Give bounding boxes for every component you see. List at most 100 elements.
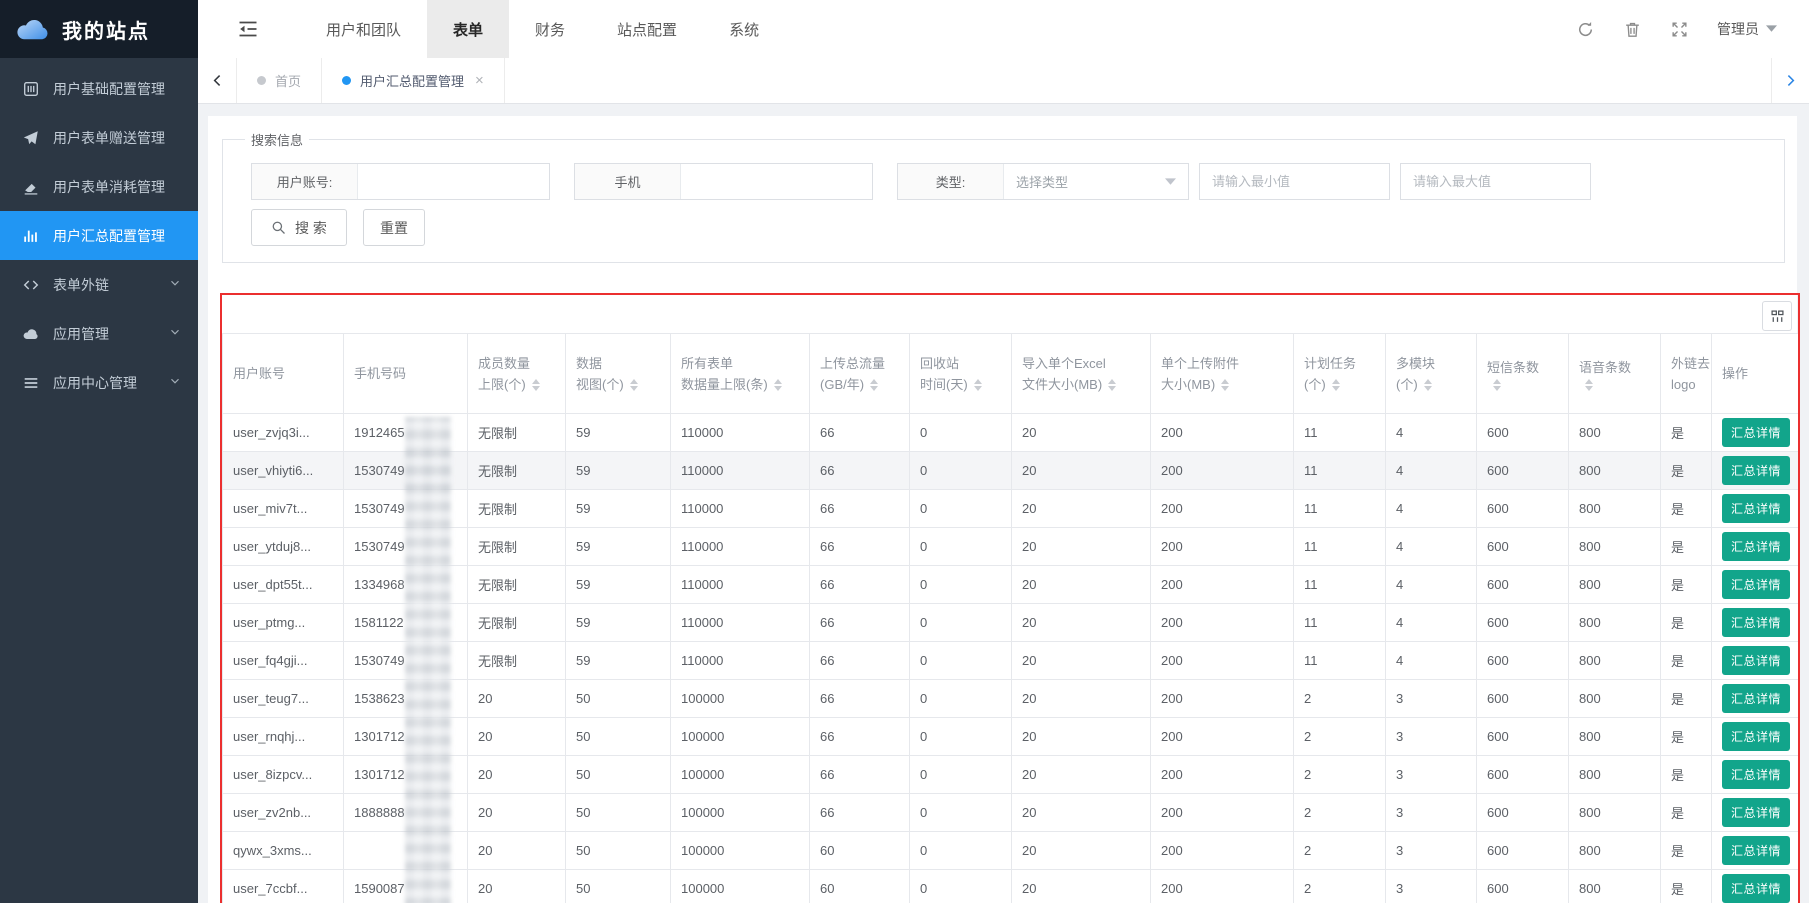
column-header-attachment_size[interactable]: 单个上传附件大小(MB) (1151, 334, 1294, 414)
summary-detail-button[interactable]: 汇总详情 (1722, 836, 1790, 865)
summary-detail-button[interactable]: 汇总详情 (1722, 760, 1790, 789)
sort-carets-icon[interactable] (1221, 379, 1229, 391)
cell-plan_tasks: 2 (1294, 756, 1386, 794)
module-tab-0[interactable]: 用户和团队 (300, 0, 427, 58)
column-header-plan_tasks[interactable]: 计划任务(个) (1294, 334, 1386, 414)
sort-carets-icon[interactable] (774, 379, 782, 391)
chevron-left-icon[interactable] (198, 58, 236, 103)
summary-detail-button[interactable]: 汇总详情 (1722, 532, 1790, 561)
sidebar-item-label: 用户表单赠送管理 (53, 128, 165, 148)
cell-member_limit: 20 (468, 718, 566, 756)
send-icon (22, 129, 40, 147)
chevron-down-icon (168, 374, 182, 391)
sort-carets-icon[interactable] (630, 379, 638, 391)
cell-sms_count: 600 (1477, 414, 1569, 452)
cell-voice_count: 800 (1569, 414, 1661, 452)
sort-carets-icon[interactable] (1108, 379, 1116, 391)
sort-carets-icon[interactable] (1493, 379, 1501, 391)
sidebar-item-0[interactable]: 用户基础配置管理 (0, 64, 198, 113)
module-tab-2[interactable]: 财务 (509, 0, 591, 58)
tab-status-dot (342, 76, 351, 85)
bar-chart-icon (22, 227, 40, 245)
cell-recycle_days: 0 (910, 604, 1012, 642)
min-value-input[interactable] (1199, 163, 1390, 200)
module-tab-1[interactable]: 表单 (427, 0, 509, 58)
column-header-sms_count[interactable]: 短信条数 (1477, 334, 1569, 414)
summary-detail-button[interactable]: 汇总详情 (1722, 456, 1790, 485)
max-value-input[interactable] (1400, 163, 1591, 200)
search-button[interactable]: 搜 索 (251, 209, 347, 246)
admin-dropdown[interactable]: 管理员 (1717, 19, 1777, 39)
column-header-form_data_limit[interactable]: 所有表单数据量上限(条) (671, 334, 810, 414)
cell-action: 汇总详情 (1712, 490, 1799, 528)
phone-field-group: 手机 (574, 163, 873, 200)
column-header-multi_modules[interactable]: 多模块(个) (1386, 334, 1477, 414)
sidebar-item-4[interactable]: 表单外链 (0, 260, 198, 309)
module-tab-3[interactable]: 站点配置 (591, 0, 703, 58)
cell-form_data_limit: 100000 (671, 718, 810, 756)
column-settings-button[interactable] (1762, 301, 1792, 331)
sort-carets-icon[interactable] (532, 379, 540, 391)
cell-plan_tasks: 11 (1294, 414, 1386, 452)
chevron-right-icon[interactable] (1771, 58, 1809, 103)
cell-data_views: 50 (566, 756, 671, 794)
summary-detail-button[interactable]: 汇总详情 (1722, 608, 1790, 637)
cell-voice_count: 800 (1569, 642, 1661, 680)
chevron-down-icon (168, 325, 182, 342)
summary-detail-button[interactable]: 汇总详情 (1722, 570, 1790, 599)
cell-excel_size: 20 (1012, 680, 1151, 718)
cell-recycle_days: 0 (910, 794, 1012, 832)
phone-input[interactable] (681, 164, 872, 199)
trash-icon[interactable] (1623, 20, 1642, 39)
sort-carets-icon[interactable] (1332, 379, 1340, 391)
sidebar-item-2[interactable]: 用户表单消耗管理 (0, 162, 198, 211)
cell-multi_modules: 4 (1386, 604, 1477, 642)
cell-attachment_size: 200 (1151, 604, 1294, 642)
cell-account: user_dpt55t... (223, 566, 344, 604)
column-header-upload_traffic[interactable]: 上传总流量(GB/年) (810, 334, 910, 414)
table-row-1: user_vhiyti6...1530749无限制591100006602020… (223, 452, 1799, 490)
column-header-recycle_days[interactable]: 回收站时间(天) (910, 334, 1012, 414)
sort-carets-icon[interactable] (870, 379, 878, 391)
sidebar-item-1[interactable]: 用户表单赠送管理 (0, 113, 198, 162)
page-tab-1[interactable]: 用户汇总配置管理× (321, 58, 505, 103)
summary-detail-button[interactable]: 汇总详情 (1722, 646, 1790, 675)
summary-detail-button[interactable]: 汇总详情 (1722, 722, 1790, 751)
sort-carets-icon[interactable] (1585, 379, 1593, 391)
sidebar-item-5[interactable]: 应用管理 (0, 309, 198, 358)
sort-carets-icon[interactable] (974, 379, 982, 391)
summary-detail-button[interactable]: 汇总详情 (1722, 684, 1790, 713)
module-tab-4[interactable]: 系统 (703, 0, 785, 58)
tab-status-dot (257, 76, 266, 85)
type-select[interactable]: 选择类型 (1004, 164, 1188, 199)
table-row-12: user_7ccbf...159008720501000006002020023… (223, 870, 1799, 903)
account-input[interactable] (358, 164, 549, 199)
cell-excel_size: 20 (1012, 566, 1151, 604)
cell-delogo: 是 (1661, 414, 1712, 452)
fullscreen-icon[interactable] (1670, 20, 1689, 39)
summary-detail-button[interactable]: 汇总详情 (1722, 418, 1790, 447)
chevron-down-icon (168, 276, 182, 293)
cell-attachment_size: 200 (1151, 870, 1294, 903)
cell-excel_size: 20 (1012, 414, 1151, 452)
column-header-member_limit[interactable]: 成员数量上限(个) (468, 334, 566, 414)
cell-form_data_limit: 110000 (671, 604, 810, 642)
sidebar-item-3[interactable]: 用户汇总配置管理 (0, 211, 198, 260)
refresh-icon[interactable] (1576, 20, 1595, 39)
close-icon[interactable]: × (475, 73, 484, 88)
summary-detail-button[interactable]: 汇总详情 (1722, 798, 1790, 827)
sort-carets-icon[interactable] (1424, 379, 1432, 391)
column-header-voice_count[interactable]: 语音条数 (1569, 334, 1661, 414)
column-header-excel_size[interactable]: 导入单个Excel文件大小(MB) (1012, 334, 1151, 414)
cell-sms_count: 600 (1477, 756, 1569, 794)
reset-button[interactable]: 重置 (363, 209, 425, 246)
cell-account: qywx_3xms... (223, 832, 344, 870)
sidebar-item-6[interactable]: 应用中心管理 (0, 358, 198, 407)
summary-detail-button[interactable]: 汇总详情 (1722, 874, 1790, 903)
page-tab-0[interactable]: 首页 (236, 58, 321, 103)
collapse-menu-icon[interactable] (236, 17, 260, 41)
page-tabbar: 首页用户汇总配置管理× (198, 58, 1809, 104)
column-header-data_views[interactable]: 数据视图(个) (566, 334, 671, 414)
summary-detail-button[interactable]: 汇总详情 (1722, 494, 1790, 523)
cell-multi_modules: 4 (1386, 490, 1477, 528)
